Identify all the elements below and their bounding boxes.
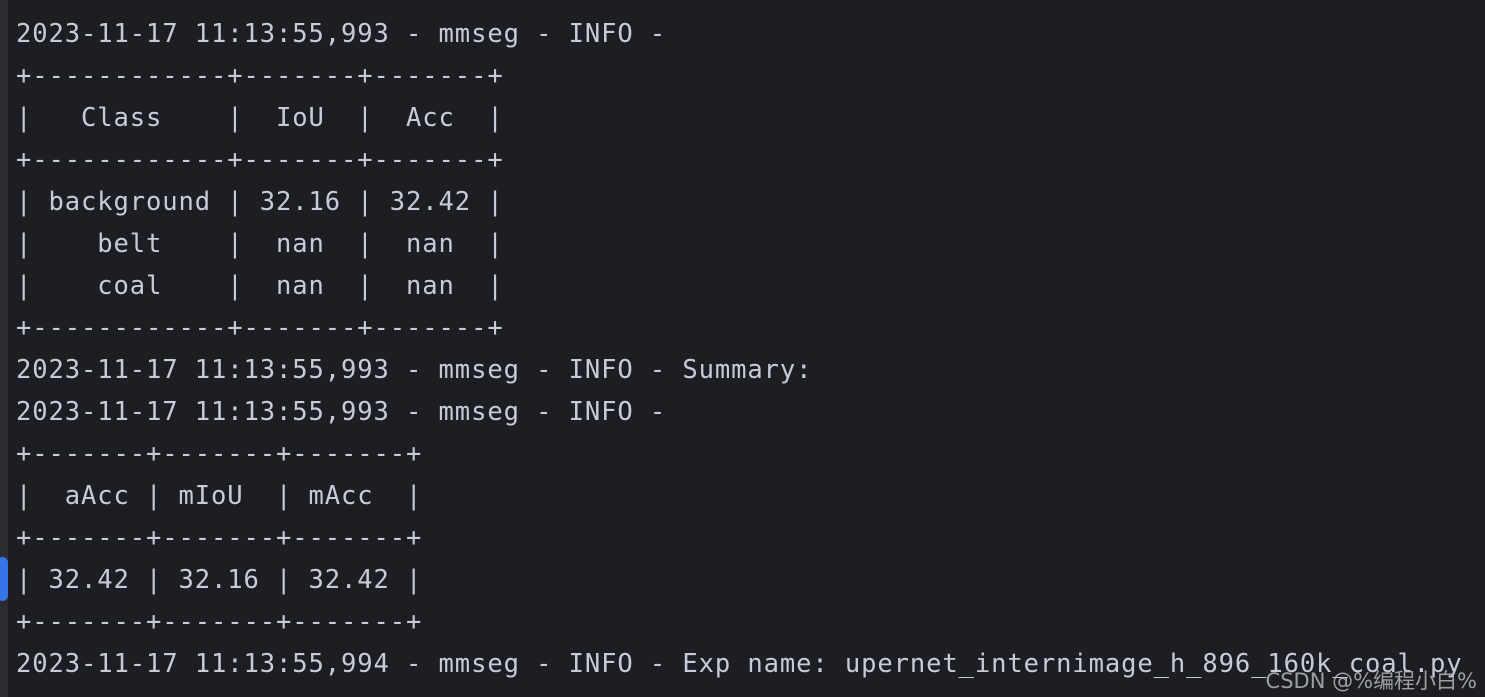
log-line: | aAcc | mIoU | mAcc | bbox=[16, 481, 423, 511]
log-line: 2023-11-17 11:13:55,993 - mmseg - INFO - bbox=[16, 19, 683, 49]
terminal-log-view[interactable]: 2023-11-17 11:13:55,993 - mmseg - INFO -… bbox=[0, 0, 1485, 697]
log-line: +------------+-------+-------+ bbox=[16, 61, 504, 91]
log-line: | belt | nan | nan | bbox=[16, 229, 504, 259]
log-line: +-------+-------+-------+ bbox=[16, 523, 423, 553]
log-line: +------------+-------+-------+ bbox=[16, 145, 504, 175]
log-line: +------------+-------+-------+ bbox=[16, 313, 504, 343]
log-line: +-------+-------+-------+ bbox=[16, 439, 423, 469]
log-line: 2023-11-17 11:13:55,993 - mmseg - INFO -… bbox=[16, 355, 813, 385]
log-line: 2023-11-17 11:13:55,994 - mmseg - INFO -… bbox=[16, 649, 1463, 679]
log-line: | background | 32.16 | 32.42 | bbox=[16, 187, 504, 217]
log-line: | Class | IoU | Acc | bbox=[16, 103, 504, 133]
log-output: 2023-11-17 11:13:55,993 - mmseg - INFO -… bbox=[16, 0, 1485, 697]
scrollbar-thumb[interactable] bbox=[0, 557, 8, 601]
log-line: | 32.42 | 32.16 | 32.42 | bbox=[16, 565, 423, 595]
log-line: 2023-11-17 11:13:55,993 - mmseg - INFO - bbox=[16, 397, 683, 427]
log-line: | coal | nan | nan | bbox=[16, 271, 504, 301]
log-line: +-------+-------+-------+ bbox=[16, 607, 423, 637]
